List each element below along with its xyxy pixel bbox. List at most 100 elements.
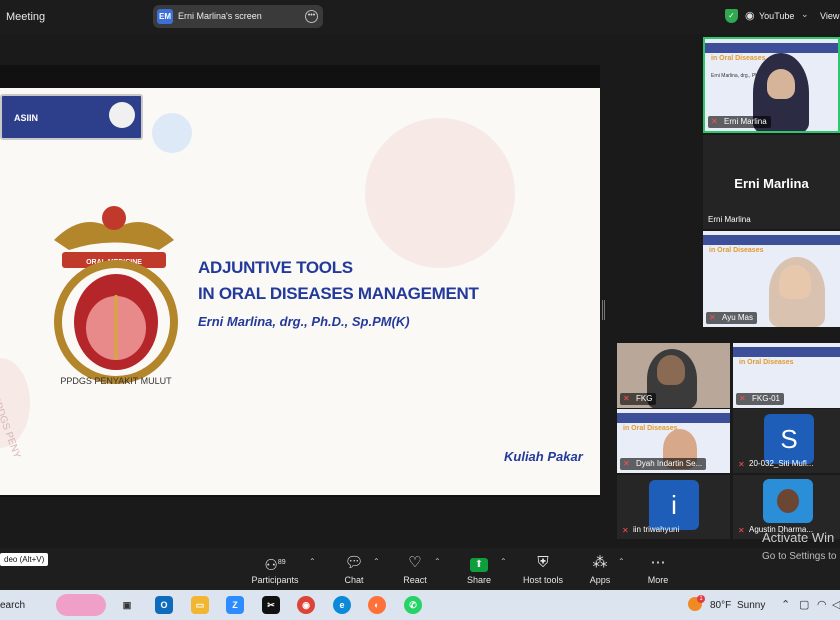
volume-icon[interactable]: ◁ — [832, 598, 840, 611]
participant-name: Erni Marlina — [708, 215, 751, 224]
slide-title-line1: ADJUNTIVE TOOLS — [198, 258, 353, 277]
video-tile-active-speaker[interactable]: in Oral Diseases Erni Marlina, drg., Ph.… — [703, 37, 840, 133]
more-icon: ⋯ — [650, 554, 666, 571]
screen-share-indicator[interactable]: EM Erni Marlina's screen ••• — [153, 5, 323, 28]
participants-label: Participants — [251, 575, 299, 585]
mic-muted-icon: ✕ — [738, 526, 745, 535]
video-shortcut-tooltip: deo (Alt+V) — [0, 553, 49, 566]
capcut-icon[interactable]: ✂ — [262, 596, 280, 614]
tray-overflow-chevron-icon[interactable]: ⌃ — [781, 598, 790, 611]
decorative-circle — [152, 113, 192, 153]
mini-slide-title: in Oral Diseases — [739, 359, 794, 366]
taskbar-search[interactable]: earch — [0, 600, 25, 611]
more-button[interactable]: ⋯ More — [644, 554, 672, 585]
participant-name: ✕ Dyah Indartin Se... — [620, 458, 707, 470]
share-arrow-icon: ⬆ — [463, 554, 495, 572]
participant-name: ✕ 20-032_Siti Mufl... — [738, 459, 814, 469]
host-tools-button[interactable]: ⛨ Host tools — [521, 554, 565, 585]
react-button[interactable]: ♡ React — [398, 554, 432, 585]
crest-rooster-head — [102, 206, 126, 230]
firefox-icon[interactable]: ◐ — [368, 596, 386, 614]
panel-resize-handle[interactable] — [602, 300, 605, 320]
crest-ring-text: PPDGS PENYAKIT MULUT — [60, 376, 172, 386]
mic-muted-icon: ✕ — [739, 394, 746, 403]
video-tile[interactable]: S ✕ 20-032_Siti Mufl... — [733, 409, 840, 473]
chat-icon: 💬︎ — [344, 554, 364, 571]
live-stream-label[interactable]: YouTube — [759, 11, 794, 21]
participant-avatar: S — [764, 414, 814, 464]
apps-options-caret[interactable]: ⌃ — [618, 557, 625, 566]
more-label: More — [647, 575, 669, 585]
view-button[interactable]: View — [820, 11, 839, 21]
mini-slide-title: in Oral Diseases — [623, 425, 678, 432]
sharer-avatar: EM — [157, 9, 173, 24]
participants-options-caret[interactable]: ⌃ — [309, 557, 316, 566]
edge-icon[interactable]: e — [333, 596, 351, 614]
video-tile[interactable]: ✕ FKG — [617, 343, 730, 408]
participants-button[interactable]: ⚇89 Participants — [249, 554, 301, 585]
zoom-icon[interactable]: Z — [226, 596, 244, 614]
oral-medicine-crest-logo: ORAL MEDICINE PPDGS PENYAKIT MULUT — [54, 206, 178, 386]
mic-muted-icon: ✕ — [623, 394, 630, 403]
share-label: Share — [466, 575, 492, 585]
task-view-icon[interactable]: ▣ — [118, 596, 136, 614]
chat-label: Chat — [344, 575, 364, 585]
network-icon[interactable]: ▢ — [799, 598, 809, 611]
react-label: React — [403, 575, 427, 585]
mini-slide-band — [733, 347, 840, 357]
mini-slide-band — [705, 43, 838, 53]
react-options-caret[interactable]: ⌃ — [434, 557, 441, 566]
mic-muted-icon: ✕ — [709, 313, 716, 322]
meeting-title: Meeting — [6, 11, 46, 23]
slide-title-line2: IN ORAL DISEASES MANAGEMENT — [198, 284, 479, 303]
university-seal-icon — [109, 102, 135, 128]
shield-icon: ⛨ — [537, 554, 549, 571]
video-tile[interactable]: in Oral Diseases ✕ Ayu Mas — [703, 231, 840, 327]
video-tile[interactable]: in Oral Diseases ✕ FKG-01 — [733, 343, 840, 408]
outlook-icon[interactable]: O — [155, 596, 173, 614]
slide-author: Erni Marlina, drg., Ph.D., Sp.PM(K) — [198, 314, 410, 329]
share-screen-button[interactable]: ⬆ Share — [463, 554, 495, 585]
participants-count: 89 — [277, 559, 286, 566]
mic-muted-icon: ✕ — [738, 460, 745, 469]
participant-face — [657, 355, 685, 385]
participant-face — [767, 69, 795, 99]
video-tile[interactable]: i ✕ iin triwahyuni — [617, 475, 730, 539]
whatsapp-icon[interactable]: ✆ — [404, 596, 422, 614]
chevron-down-icon[interactable]: ⌄ — [801, 9, 809, 20]
activate-windows-title: Activate Win — [762, 530, 835, 545]
chat-button[interactable]: 💬︎ Chat — [338, 554, 370, 585]
file-explorer-icon[interactable]: ▭ — [191, 596, 209, 614]
video-tile-name-only[interactable]: Erni Marlina Erni Marlina — [703, 135, 840, 229]
screen-share-label: Erni Marlina's screen — [178, 11, 262, 21]
participant-photo — [763, 479, 813, 523]
host-tools-label: Host tools — [522, 575, 564, 585]
share-options-caret[interactable]: ⌃ — [500, 557, 507, 566]
apps-icon: ⁂ — [592, 554, 608, 571]
more-options-icon[interactable]: ••• — [305, 10, 318, 23]
chrome-icon[interactable]: ◉ — [297, 596, 315, 614]
participants-icon: ⚇89 — [264, 557, 286, 574]
apps-button[interactable]: ⁂ Apps — [586, 554, 614, 585]
chat-options-caret[interactable]: ⌃ — [373, 557, 380, 566]
weather-notification-badge: 1 — [697, 595, 705, 603]
video-tile[interactable]: in Oral Diseases ✕ Dyah Indartin Se... — [617, 409, 730, 473]
weather-condition[interactable]: Sunny — [737, 600, 765, 611]
participant-name: ✕ iin triwahyuni — [622, 525, 680, 535]
mini-slide-title: in Oral Diseases — [711, 55, 766, 62]
live-stream-icon: ◉ — [745, 10, 755, 22]
slide-footer: Kuliah Pakar — [504, 449, 583, 464]
security-shield-icon[interactable]: ✓ — [725, 9, 738, 23]
participant-name-large: Erni Marlina — [734, 176, 809, 191]
mic-muted-icon: ✕ — [623, 459, 630, 468]
mini-slide-band — [617, 413, 730, 423]
apps-label: Apps — [589, 575, 611, 585]
participant-face — [777, 489, 799, 513]
participant-name: ✕ Ayu Mas — [706, 312, 757, 324]
activate-windows-hint: Go to Settings to — [762, 551, 837, 562]
participant-name: ✕ Erni Marlina — [708, 116, 771, 128]
participant-avatar: i — [649, 480, 699, 530]
wifi-icon[interactable]: ◠ — [817, 598, 827, 611]
weather-temperature[interactable]: 80°F — [710, 600, 731, 611]
search-highlight-image — [56, 594, 106, 616]
